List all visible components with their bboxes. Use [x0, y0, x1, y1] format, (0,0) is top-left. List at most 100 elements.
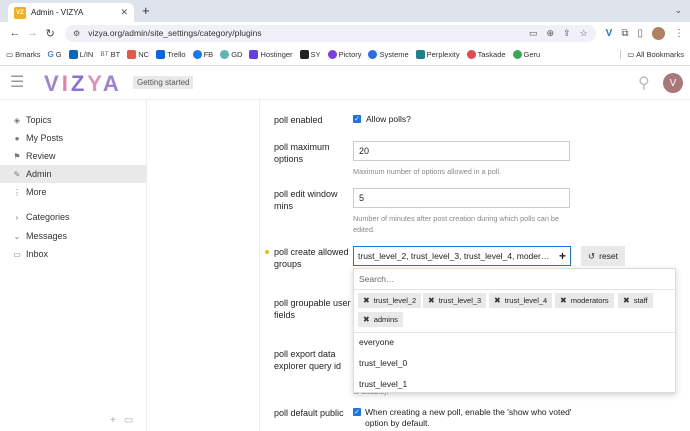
sidebar-item-topics[interactable]: ◈ Topics: [0, 111, 147, 129]
sidebar-item-admin[interactable]: ✎ Admin: [0, 165, 147, 183]
selected-chip[interactable]: ✖ trust_level_2: [358, 293, 422, 308]
all-bookmarks[interactable]: ▭ All Bookmarks: [620, 50, 684, 59]
bookmark-taskade[interactable]: Taskade: [466, 50, 506, 59]
vizya-logo[interactable]: VIZYA: [44, 71, 122, 97]
inbox-icon: ▭: [13, 249, 21, 259]
menu-kebab-icon[interactable]: ⋮: [674, 28, 684, 39]
close-tab-icon[interactable]: ✕: [120, 7, 128, 18]
plus-icon[interactable]: +: [559, 249, 566, 263]
main-content: poll enabled ✓ Allow polls? poll maximum…: [147, 100, 690, 431]
folder-icon: ▭: [627, 50, 637, 59]
sy-icon: [299, 50, 309, 59]
selected-chip[interactable]: ✖ admins: [358, 312, 403, 327]
sidebar-item-inbox[interactable]: ▭ Inbox: [0, 245, 147, 263]
setting-label-poll-enabled: poll enabled: [274, 115, 323, 125]
geru-icon: [512, 50, 522, 59]
group-option[interactable]: trust_level_0: [359, 358, 407, 368]
sidepanel-icon[interactable]: ▯: [637, 28, 643, 39]
bookmark-bmarks[interactable]: ▭ Bmarks: [6, 50, 41, 59]
chevron-down-icon[interactable]: ⌄: [674, 5, 682, 16]
selected-chip[interactable]: ✖ trust_level_4: [489, 293, 553, 308]
keyboard-icon[interactable]: ▭: [124, 415, 133, 426]
selected-chip[interactable]: ✖ moderators: [555, 293, 614, 308]
group-option[interactable]: trust_level_1: [359, 379, 407, 389]
remove-icon[interactable]: ✖: [494, 296, 501, 305]
poll-edit-window-mins-input[interactable]: 5: [353, 188, 570, 208]
setting-label-poll-maximum-options: poll maximum options: [274, 142, 330, 165]
forward-icon[interactable]: →: [24, 27, 42, 39]
sidebar-section-messages[interactable]: ⌄ Messages: [0, 227, 147, 245]
sidebar-item-review[interactable]: ⚑ Review: [0, 147, 147, 165]
bookmark-bt[interactable]: BT BT: [100, 50, 120, 59]
bookmark-g[interactable]: GG: [48, 50, 62, 59]
selected-chip[interactable]: ✖ staff: [618, 293, 653, 308]
browser-tab[interactable]: VZ Admin - VIZYA ✕: [8, 3, 134, 22]
bookmark-sy[interactable]: SY: [299, 50, 321, 59]
bookmark-gd[interactable]: GD: [220, 50, 242, 59]
pictory-icon: [327, 50, 337, 59]
search-icon[interactable]: ⚲: [638, 73, 650, 93]
reset-button[interactable]: ↺ reset: [581, 246, 625, 266]
site-header: ☰ VIZYA Getting started ⚲ V: [0, 66, 690, 100]
sidebar-item-more[interactable]: ⋮ More: [0, 183, 147, 201]
undo-icon: ↺: [587, 250, 596, 261]
groups-search-input[interactable]: Search…: [359, 274, 394, 284]
bookmark-star-icon[interactable]: ☆: [580, 28, 588, 39]
remove-icon[interactable]: ✖: [560, 296, 567, 305]
setting-label-poll-export-data-explorer-query-id: poll export data explorer query id: [274, 349, 342, 372]
nc-icon: [127, 50, 137, 59]
bookmark-fb[interactable]: FB: [192, 50, 213, 59]
back-icon[interactable]: ←: [6, 27, 24, 39]
systeme-icon: [368, 50, 378, 59]
add-icon[interactable]: +: [110, 415, 116, 426]
bookmarks-bar: ▭ Bmarks GG L/IN BT BT NC Trello FB GD Hos…: [0, 44, 690, 66]
cast-icon[interactable]: ▭: [529, 28, 538, 39]
reload-icon[interactable]: ↻: [41, 27, 59, 40]
poll-maximum-options-input[interactable]: 20: [353, 141, 570, 161]
zoom-icon[interactable]: ⊕: [546, 28, 554, 39]
sidebar-item-my-posts[interactable]: ● My Posts: [0, 129, 147, 147]
user-avatar[interactable]: V: [663, 73, 683, 93]
tab-title: Admin - VIZYA: [31, 8, 84, 17]
remove-icon[interactable]: ✖: [363, 315, 370, 324]
extensions-puzzle-icon[interactable]: ⧉: [621, 28, 628, 39]
perplexity-icon: [415, 50, 425, 59]
gd-icon: [220, 50, 230, 59]
address-bar[interactable]: ⚙ vizya.org/admin/site_settings/category…: [65, 24, 596, 42]
url-text: vizya.org/admin/site_settings/category/p…: [88, 28, 262, 38]
taskade-icon: [466, 50, 476, 59]
hostinger-icon: [249, 50, 259, 59]
getting-started-link[interactable]: Getting started: [133, 76, 194, 89]
share-icon[interactable]: ⇪: [563, 28, 571, 39]
poll-enabled-checkbox-label: Allow polls?: [366, 114, 411, 124]
poll-enabled-checkbox[interactable]: ✓: [353, 115, 361, 123]
wrench-icon: ✎: [13, 169, 21, 179]
flag-icon: ⚑: [13, 151, 21, 161]
hamburger-menu-icon[interactable]: ☰: [10, 75, 24, 91]
remove-icon[interactable]: ✖: [623, 296, 630, 305]
poll-default-public-checkbox-label: When creating a new poll, enable the 'sh…: [365, 407, 572, 429]
poll-default-public-checkbox[interactable]: ✓: [353, 408, 361, 416]
sidebar-section-categories[interactable]: › Categories: [0, 208, 147, 226]
poll-create-allowed-groups-select[interactable]: trust_level_2, trust_level_3, trust_leve…: [353, 246, 571, 266]
profile-avatar[interactable]: [651, 26, 665, 40]
bt-icon: BT: [100, 51, 109, 58]
new-tab-icon[interactable]: +: [142, 3, 150, 18]
bookmark-systeme[interactable]: Systeme: [368, 50, 409, 59]
bookmark-trello[interactable]: Trello: [156, 50, 186, 59]
group-option[interactable]: everyone: [359, 337, 394, 347]
extension-icon[interactable]: V: [606, 28, 613, 39]
user-icon: ●: [14, 133, 20, 143]
bookmark-linkedin[interactable]: L/IN: [68, 50, 93, 59]
chevron-right-icon: ›: [15, 212, 19, 222]
setting-label-poll-groupable-user-fields: poll groupable user fields: [274, 298, 351, 321]
selected-chip[interactable]: ✖ trust_level_3: [423, 293, 487, 308]
site-info-icon[interactable]: ⚙: [73, 29, 80, 38]
bookmark-perplexity[interactable]: Perplexity: [415, 50, 460, 59]
remove-icon[interactable]: ✖: [363, 296, 370, 305]
remove-icon[interactable]: ✖: [428, 296, 435, 305]
bookmark-geru[interactable]: Geru: [512, 50, 540, 59]
bookmark-hostinger[interactable]: Hostinger: [249, 50, 293, 59]
bookmark-pictory[interactable]: Pictory: [327, 50, 361, 59]
bookmark-nc[interactable]: NC: [127, 50, 149, 59]
